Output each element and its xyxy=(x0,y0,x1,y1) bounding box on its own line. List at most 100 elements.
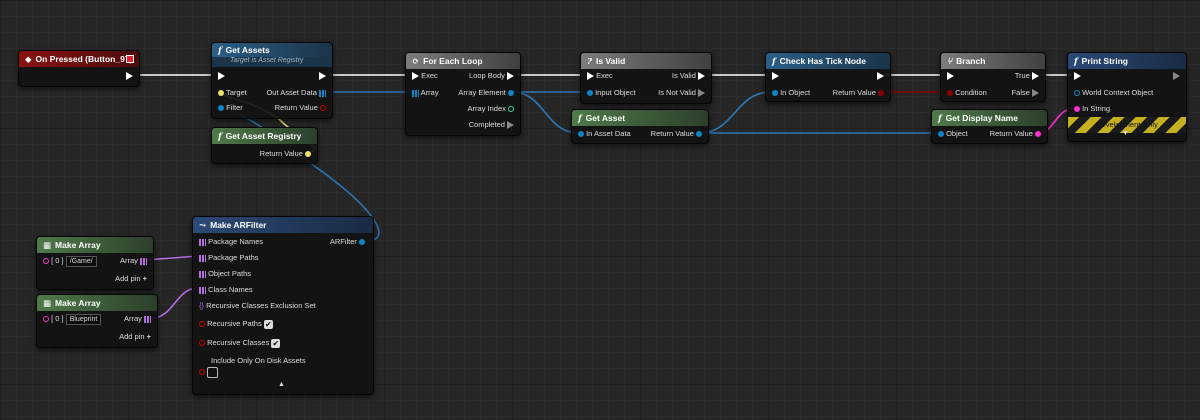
branch-node[interactable]: ⑂ Branch True Condition False xyxy=(940,52,1046,102)
true-pin[interactable] xyxy=(1032,72,1039,81)
add-pin-button[interactable]: Add pin + xyxy=(115,273,147,285)
element-value-input[interactable]: Blueprint xyxy=(65,313,102,325)
condition-pin[interactable] xyxy=(947,90,953,97)
array-out-pin[interactable] xyxy=(144,315,151,323)
element-pin[interactable] xyxy=(43,258,49,265)
exec-in-pin[interactable] xyxy=(218,72,225,81)
pin-label: True xyxy=(1014,71,1030,80)
input-object-pin[interactable] xyxy=(587,90,593,97)
is-valid-node[interactable]: ? Is Valid Exec Is Valid Input Object Is … xyxy=(580,52,712,104)
package-names-pin[interactable] xyxy=(199,238,206,246)
return-value-pin[interactable] xyxy=(696,131,702,138)
in-asset-data-pin[interactable] xyxy=(578,131,584,138)
pin-label: [ 0 ] xyxy=(51,314,64,323)
node-title: Get Asset Registry xyxy=(225,131,302,141)
pin-label: In String xyxy=(1082,104,1111,113)
add-pin-label: Add pin xyxy=(115,274,141,283)
get-asset-node[interactable]: f Get Asset In Asset Data Return Value xyxy=(571,109,709,144)
question-icon: ? xyxy=(587,57,592,67)
return-value-pin[interactable] xyxy=(320,105,326,112)
return-value-pin[interactable] xyxy=(878,90,884,97)
add-pin-label: Add pin xyxy=(119,332,145,341)
pin-label: In Object xyxy=(780,88,811,97)
delegate-pin-icon[interactable] xyxy=(126,55,134,63)
filter-pin[interactable] xyxy=(218,105,224,112)
exec-in-pin[interactable] xyxy=(947,72,954,81)
pin-label: Return Value xyxy=(259,149,303,158)
print-string-node[interactable]: f Print String World Context Object In St… xyxy=(1067,52,1187,142)
exec-out-pin[interactable] xyxy=(877,72,884,81)
plus-icon: + xyxy=(146,332,151,341)
element-value-input[interactable]: /Game/ xyxy=(65,255,97,267)
is-valid-pin[interactable] xyxy=(698,72,705,81)
loop-body-pin[interactable] xyxy=(507,72,514,81)
exec-in-pin[interactable] xyxy=(772,72,779,81)
pin-label: World Context Object xyxy=(1082,88,1154,97)
expand-arrow-icon[interactable]: ▼ xyxy=(1122,128,1129,140)
function-icon: f xyxy=(1074,57,1078,67)
get-assets-node[interactable]: f Get Assets Target is Asset Registry Tar… xyxy=(211,42,333,119)
array-element-pin[interactable] xyxy=(508,90,514,97)
recursive-paths-pin[interactable] xyxy=(199,321,205,328)
object-pin[interactable] xyxy=(938,131,944,138)
target-pin[interactable] xyxy=(218,90,224,97)
pin-label: Return Value xyxy=(832,88,876,97)
for-each-loop-node[interactable]: ⟳ For Each Loop Exec Loop Body Array Arra… xyxy=(405,52,521,136)
include-disk-pin[interactable] xyxy=(199,369,205,376)
node-title: Make ARFilter xyxy=(210,220,267,230)
branch-icon: ⑂ xyxy=(947,57,953,67)
element-pin[interactable] xyxy=(43,316,49,323)
in-object-pin[interactable] xyxy=(772,90,778,97)
recursive-paths-checkbox[interactable]: ✔ xyxy=(263,319,273,329)
exec-in-pin[interactable] xyxy=(587,72,594,81)
make-array-node[interactable]: ▦ Make Array [ 0 ] /Game/ Array Add pin + xyxy=(36,236,154,290)
macro-icon: ⟳ xyxy=(412,57,420,67)
pin-label: Exec xyxy=(596,71,613,80)
node-title: On Pressed (Button_97) xyxy=(35,54,133,64)
world-context-pin[interactable] xyxy=(1074,90,1080,97)
pin-label: [ 0 ] xyxy=(51,256,64,265)
in-string-pin[interactable] xyxy=(1074,106,1080,113)
get-asset-registry-node[interactable]: f Get Asset Registry Return Value xyxy=(211,127,318,164)
function-icon: f xyxy=(772,57,776,67)
array-pin[interactable] xyxy=(412,89,419,97)
recursive-classes-pin[interactable] xyxy=(199,340,205,347)
recursive-classes-checkbox[interactable]: ✔ xyxy=(271,338,281,348)
pin-label: Exec xyxy=(421,71,438,80)
set-icon[interactable]: {} xyxy=(199,300,204,312)
exec-in-pin[interactable] xyxy=(1074,72,1081,81)
package-paths-pin[interactable] xyxy=(199,254,206,262)
add-pin-button[interactable]: Add pin + xyxy=(119,331,151,343)
class-names-pin[interactable] xyxy=(199,286,206,294)
include-disk-checkbox[interactable] xyxy=(207,366,219,378)
object-paths-pin[interactable] xyxy=(199,270,206,278)
make-array-node[interactable]: ▦ Make Array [ 0 ] Blueprint Array Add pi… xyxy=(36,294,158,348)
completed-pin[interactable] xyxy=(507,121,514,130)
get-display-name-node[interactable]: f Get Display Name Object Return Value xyxy=(931,109,1048,144)
pin-label: Target xyxy=(225,88,247,97)
check-has-tick-node[interactable]: f Check Has Tick Node In Object Return Va… xyxy=(765,52,891,102)
exec-out-pin[interactable] xyxy=(126,72,133,81)
on-pressed-node[interactable]: ◆ On Pressed (Button_97) xyxy=(18,50,140,87)
node-title: Get Asset xyxy=(585,113,626,123)
out-asset-data-pin[interactable] xyxy=(319,89,326,97)
exec-out-pin[interactable] xyxy=(1173,72,1180,81)
function-icon: f xyxy=(218,132,222,142)
return-value-pin[interactable] xyxy=(1035,131,1041,138)
pin-label: Completed xyxy=(468,120,505,129)
exec-in-pin[interactable] xyxy=(412,72,419,81)
return-value-pin[interactable] xyxy=(305,151,311,158)
pin-label: Recursive Classes xyxy=(207,338,270,347)
array-out-pin[interactable] xyxy=(140,257,147,265)
make-arfilter-node[interactable]: ⤳ Make ARFilter ARFilter Package Names Pa… xyxy=(192,216,374,395)
collapse-arrow-icon[interactable]: ▲ xyxy=(278,379,285,391)
exec-out-pin[interactable] xyxy=(319,72,326,81)
is-not-valid-pin[interactable] xyxy=(698,89,705,98)
false-pin[interactable] xyxy=(1032,89,1039,98)
array-icon: ▦ xyxy=(43,241,52,251)
arfilter-out-pin[interactable] xyxy=(359,239,365,246)
pin-label: Return Value xyxy=(650,129,694,138)
pin-label: Object xyxy=(946,129,968,138)
array-index-pin[interactable] xyxy=(508,106,514,113)
pin-label: Condition xyxy=(955,88,987,97)
